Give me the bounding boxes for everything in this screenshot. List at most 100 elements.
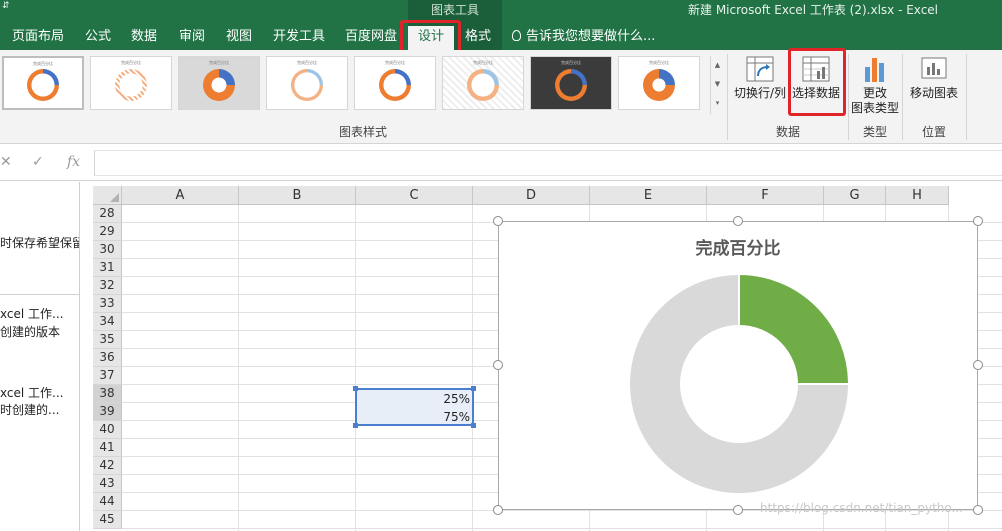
column-header-a[interactable]: A xyxy=(122,186,239,205)
column-header-b[interactable]: B xyxy=(239,186,356,205)
tab-baidu-netdisk[interactable]: 百度网盘 xyxy=(338,26,404,50)
row-header-36[interactable]: 36 xyxy=(93,349,122,367)
chart-resize-handle[interactable] xyxy=(973,505,983,515)
doughnut-plot-area[interactable] xyxy=(499,222,977,509)
tab-review[interactable]: 审阅 xyxy=(172,26,212,50)
chart-style-title: 完成百分比 xyxy=(33,61,53,66)
chart-style-title: 完成百分比 xyxy=(385,60,405,65)
change-chart-type-button[interactable]: 更改 图表类型 xyxy=(850,54,900,116)
tab-format[interactable]: 格式 xyxy=(458,26,498,50)
chart-style-7[interactable]: 完成百分比 xyxy=(530,56,612,110)
row-header-30[interactable]: 30 xyxy=(93,241,122,259)
column-gridline xyxy=(355,205,356,531)
recovery-file-1-name[interactable]: xcel 工作... xyxy=(0,305,63,322)
change-chart-type-icon xyxy=(860,54,890,84)
chart-style-2[interactable]: 完成百分比 xyxy=(90,56,172,110)
tab-page-layout[interactable]: 页面布局 xyxy=(4,26,72,50)
doughnut-chart[interactable]: 完成百分比 xyxy=(498,221,978,510)
selection-fill-handle[interactable] xyxy=(471,423,476,428)
doughnut-thumb-icon xyxy=(467,69,499,101)
doughnut-thumb-icon xyxy=(643,69,675,101)
row-header-39[interactable]: 39 xyxy=(93,403,122,421)
data-group-label: 数据 xyxy=(775,125,800,139)
formula-bar: ✕ ✓ fx xyxy=(0,145,1002,181)
chart-resize-handle[interactable] xyxy=(493,505,503,515)
move-chart-label: 移动图表 xyxy=(909,86,958,100)
selection-handle[interactable] xyxy=(353,423,358,428)
switch-row-column-icon xyxy=(745,54,775,84)
chart-resize-handle[interactable] xyxy=(733,505,743,515)
row-header-32[interactable]: 32 xyxy=(93,277,122,295)
row-header-34[interactable]: 34 xyxy=(93,313,122,331)
row-header-29[interactable]: 29 xyxy=(93,223,122,241)
document-recovery-pane: 时保存希望保留 xcel 工作... 创建的版本 xcel 工作... 时创建的… xyxy=(0,182,80,531)
selection-range xyxy=(355,388,474,426)
recovery-note: 时保存希望保留 xyxy=(0,236,80,250)
gallery-scroll[interactable]: ▲ ▼ ▾ xyxy=(710,56,724,114)
enter-icon[interactable]: ✓ xyxy=(32,154,44,170)
chart-resize-handle[interactable] xyxy=(493,360,503,370)
move-chart-button[interactable]: 移动图表 xyxy=(905,54,963,101)
row-header-31[interactable]: 31 xyxy=(93,259,122,277)
doughnut-thumb-icon xyxy=(203,69,235,101)
tab-formulas[interactable]: 公式 xyxy=(78,26,118,50)
doughnut-slice-1[interactable] xyxy=(738,272,851,385)
row-header-28[interactable]: 28 xyxy=(93,205,122,223)
row-header-33[interactable]: 33 xyxy=(93,295,122,313)
formula-input[interactable] xyxy=(94,150,1002,176)
row-header-40[interactable]: 40 xyxy=(93,421,122,439)
column-header-e[interactable]: E xyxy=(590,186,707,205)
row-header-37[interactable]: 37 xyxy=(93,367,122,385)
selection-handle[interactable] xyxy=(353,386,358,391)
column-header-f[interactable]: F xyxy=(707,186,824,205)
type-group-label: 类型 xyxy=(862,125,887,139)
column-header-c[interactable]: C xyxy=(356,186,473,205)
doughnut-thumb-icon xyxy=(379,69,411,101)
chart-resize-handle[interactable] xyxy=(493,216,503,226)
select-data-highlight xyxy=(788,48,846,116)
chart-resize-handle[interactable] xyxy=(973,360,983,370)
tell-me-search[interactable]: 告诉我您想要做什么... xyxy=(512,26,655,50)
insert-function-icon[interactable]: fx xyxy=(67,154,80,170)
move-chart-icon xyxy=(919,54,949,84)
tab-developer[interactable]: 开发工具 xyxy=(266,26,332,50)
row-header-44[interactable]: 44 xyxy=(93,493,122,511)
chart-style-title: 完成百分比 xyxy=(473,60,493,65)
chart-style-title: 完成百分比 xyxy=(209,60,229,65)
gallery-more-icon[interactable]: ▾ xyxy=(711,94,724,113)
switch-row-column-button[interactable]: 切换行/列 xyxy=(731,54,789,101)
tab-view[interactable]: 视图 xyxy=(218,26,260,50)
select-all-button[interactable] xyxy=(93,186,122,205)
chart-style-4[interactable]: 完成百分比 xyxy=(266,56,348,110)
chart-style-6[interactable]: 完成百分比 xyxy=(442,56,524,110)
chart-resize-handle[interactable] xyxy=(733,216,743,226)
chart-style-3[interactable]: 完成百分比 xyxy=(178,56,260,110)
column-header-d[interactable]: D xyxy=(473,186,590,205)
row-header-45[interactable]: 45 xyxy=(93,511,122,529)
column-header-h[interactable]: H xyxy=(886,186,949,205)
cancel-icon[interactable]: ✕ xyxy=(0,154,12,170)
quick-access-toolbar-icon[interactable]: ⇵ xyxy=(2,1,10,11)
chart-title[interactable]: 完成百分比 xyxy=(499,234,977,259)
row-header-41[interactable]: 41 xyxy=(93,439,122,457)
chart-style-1[interactable]: 完成百分比 xyxy=(2,56,84,110)
pane-divider xyxy=(0,294,79,295)
recovery-file-2-desc: 时创建的... xyxy=(0,403,60,417)
column-header-g[interactable]: G xyxy=(824,186,886,205)
row-header-35[interactable]: 35 xyxy=(93,331,122,349)
chart-style-5[interactable]: 完成百分比 xyxy=(354,56,436,110)
group-separator xyxy=(966,54,967,140)
selection-handle[interactable] xyxy=(471,386,476,391)
tab-data[interactable]: 数据 xyxy=(124,26,164,50)
doughnut-thumb-icon xyxy=(27,69,59,101)
row-header-38[interactable]: 38 xyxy=(93,385,122,403)
row-header-42[interactable]: 42 xyxy=(93,457,122,475)
scroll-up-icon[interactable]: ▲ xyxy=(711,56,724,75)
chart-style-title: 完成百分比 xyxy=(297,60,317,65)
recovery-file-2-name[interactable]: xcel 工作... xyxy=(0,384,63,401)
design-tab-highlight xyxy=(400,20,461,53)
scroll-down-icon[interactable]: ▼ xyxy=(711,75,724,94)
chart-style-8[interactable]: 完成百分比 xyxy=(618,56,700,110)
row-header-43[interactable]: 43 xyxy=(93,475,122,493)
chart-resize-handle[interactable] xyxy=(973,216,983,226)
